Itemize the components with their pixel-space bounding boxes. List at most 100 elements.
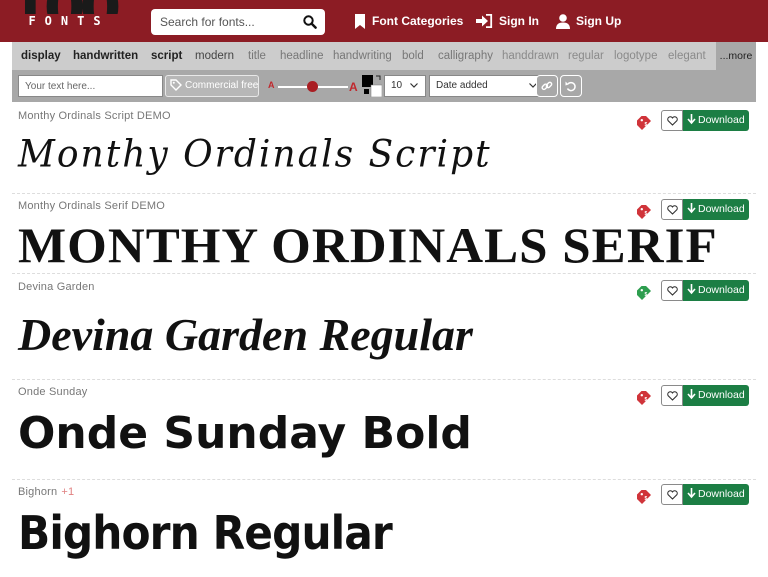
- color-picker[interactable]: [362, 75, 383, 98]
- favorite-button[interactable]: [661, 280, 683, 301]
- download-arrow-icon: [687, 114, 696, 125]
- tag-handwritten[interactable]: handwritten: [73, 42, 138, 70]
- nav-sign-up[interactable]: Sign Up: [556, 0, 621, 42]
- download-label: Download: [698, 114, 745, 126]
- download-label: Download: [698, 389, 745, 401]
- tag-handwriting[interactable]: handwriting: [333, 42, 392, 70]
- heart-icon: [666, 489, 678, 500]
- tag-script[interactable]: script: [151, 42, 182, 70]
- site-logo[interactable]: 1001 FONTS: [12, 0, 126, 42]
- heart-icon: [666, 204, 678, 215]
- font-name-link[interactable]: Devina Garden: [18, 281, 95, 293]
- preview-toolbar: Commercial free A A 10 Date added: [12, 70, 756, 102]
- font-name-link[interactable]: Monthy Ordinals Script DEMO: [18, 110, 171, 122]
- font-name-link[interactable]: Monthy Ordinals Serif DEMO: [18, 200, 165, 212]
- download-button[interactable]: Download: [683, 280, 749, 301]
- top-header: 1001 FONTS Font Categories Sign In Sign …: [0, 0, 768, 42]
- tag-display[interactable]: display: [21, 42, 61, 70]
- nav-font-categories-label: Font Categories: [372, 14, 464, 28]
- tag-elegant[interactable]: elegant: [668, 42, 706, 70]
- download-label: Download: [698, 284, 745, 296]
- link-icon: [541, 81, 553, 91]
- reset-button[interactable]: [560, 75, 582, 97]
- search-input[interactable]: [151, 9, 301, 35]
- font-preview[interactable]: Devina Garden Regular: [18, 308, 473, 361]
- more-tags-button[interactable]: ...more: [716, 42, 756, 70]
- price-tag-icon[interactable]: $: [636, 489, 652, 505]
- sort-select[interactable]: Date added: [429, 75, 545, 97]
- font-row: Monthy Ordinals Serif DEMO $ Download MO…: [12, 194, 756, 274]
- download-button[interactable]: Download: [683, 110, 749, 131]
- tag-bold[interactable]: bold: [402, 42, 424, 70]
- tag-title[interactable]: title: [248, 42, 266, 70]
- svg-text:$: $: [645, 496, 648, 502]
- chevron-down-icon: [410, 83, 418, 88]
- heart-icon: [666, 115, 678, 126]
- price-tag-icon[interactable]: $: [636, 115, 652, 131]
- sort-value: Date added: [436, 80, 488, 91]
- font-name: Devina Garden: [18, 281, 95, 293]
- undo-icon: [565, 81, 576, 92]
- price-tag-icon: [170, 79, 182, 92]
- preview-text-input[interactable]: [18, 75, 163, 97]
- tag-headline[interactable]: headline: [280, 42, 323, 70]
- tag-handdrawn[interactable]: handdrawn: [502, 42, 559, 70]
- favorite-button[interactable]: [661, 484, 683, 505]
- svg-text:$: $: [645, 292, 648, 298]
- font-preview[interactable]: Onde Sunday Bold: [18, 408, 472, 459]
- size-big-label: A: [349, 80, 358, 94]
- tag-bar: display handwritten script modern title …: [12, 42, 756, 70]
- commercial-free-label: Commercial free: [185, 80, 259, 91]
- download-arrow-icon: [687, 284, 696, 295]
- font-name-link[interactable]: Onde Sunday: [18, 386, 87, 398]
- download-arrow-icon: [687, 389, 696, 400]
- search-box: [151, 9, 325, 35]
- tag-regular[interactable]: regular: [568, 42, 604, 70]
- svg-text:$: $: [645, 397, 648, 403]
- font-name: Monthy Ordinals Serif DEMO: [18, 200, 166, 212]
- nav-font-categories[interactable]: Font Categories: [354, 0, 463, 42]
- tag-modern[interactable]: modern: [195, 42, 234, 70]
- price-tag-icon[interactable]: $: [636, 285, 652, 301]
- font-name: Onde Sunday: [18, 386, 88, 398]
- font-name-link[interactable]: Bighorn +1: [18, 486, 74, 498]
- user-icon: [556, 13, 570, 29]
- heart-icon: [666, 285, 678, 296]
- font-preview[interactable]: Monthy Ordinals Script: [18, 133, 492, 176]
- commercial-free-toggle[interactable]: Commercial free: [165, 75, 259, 97]
- heart-icon: [666, 390, 678, 401]
- nav-sign-in[interactable]: Sign In: [476, 0, 539, 42]
- download-arrow-icon: [687, 203, 696, 214]
- download-button[interactable]: Download: [683, 385, 749, 406]
- font-row: Onde Sunday $ Download Onde Sunday Bold: [12, 380, 756, 480]
- size-small-label: A: [268, 80, 275, 90]
- font-preview[interactable]: MONTHY ORDINALS SERIF: [18, 216, 718, 274]
- nav-sign-in-label: Sign In: [499, 14, 539, 28]
- font-size-select[interactable]: 10: [384, 75, 426, 97]
- tag-logotype[interactable]: logotype: [614, 42, 657, 70]
- font-preview[interactable]: Bighorn Regular: [18, 506, 393, 560]
- download-label: Download: [698, 203, 745, 215]
- font-name: Bighorn: [18, 486, 58, 498]
- font-row: Bighorn +1 $ Download Bighorn Regular: [12, 480, 756, 577]
- sign-in-icon: [476, 14, 493, 28]
- font-size-value: 10: [391, 80, 403, 91]
- nav-sign-up-label: Sign Up: [576, 14, 622, 28]
- font-count-badge: +1: [61, 486, 75, 498]
- download-button[interactable]: Download: [683, 484, 749, 505]
- download-label: Download: [698, 488, 745, 500]
- font-row: Devina Garden $ Download Devina Garden R…: [12, 274, 756, 380]
- tag-calligraphy[interactable]: calligraphy: [438, 42, 493, 70]
- svg-text:$: $: [645, 122, 648, 128]
- font-name: Monthy Ordinals Script DEMO: [18, 110, 171, 122]
- bookmark-icon: [355, 13, 365, 29]
- font-row: Monthy Ordinals Script DEMO $ Download M…: [12, 102, 756, 194]
- favorite-button[interactable]: [661, 385, 683, 406]
- permalink-button[interactable]: [536, 75, 558, 97]
- price-tag-icon[interactable]: $: [636, 390, 652, 406]
- favorite-button[interactable]: [661, 110, 683, 131]
- search-icon[interactable]: [303, 15, 317, 29]
- logo-text: FONTS: [28, 14, 110, 28]
- size-slider-thumb[interactable]: [307, 81, 318, 92]
- download-arrow-icon: [687, 488, 696, 499]
